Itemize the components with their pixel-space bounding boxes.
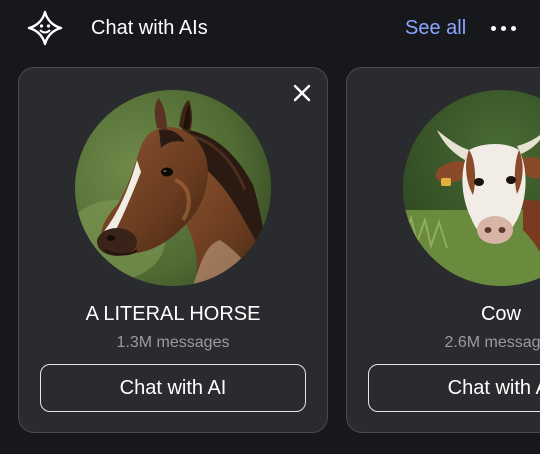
close-icon[interactable] — [291, 82, 313, 104]
chat-with-ais-section: Chat with AIs See all A LITERAL HORSE 1.… — [0, 0, 540, 454]
section-header: Chat with AIs See all — [0, 0, 540, 56]
message-count: 1.3M messages — [116, 334, 230, 351]
ai-name: A LITERAL HORSE — [85, 303, 261, 325]
ai-name: Cow — [480, 303, 521, 325]
more-horizontal-icon[interactable] — [488, 14, 518, 42]
ai-card[interactable]: Cow 2.6M messages Chat with AI — [346, 67, 540, 433]
see-all-link[interactable]: See all — [405, 15, 466, 41]
message-count: 2.6M messages — [444, 334, 540, 351]
chat-with-ai-button[interactable]: Chat with AI — [40, 364, 306, 412]
chat-with-ai-button[interactable]: Chat with AI — [368, 364, 540, 412]
cow-avatar — [403, 90, 540, 286]
smiley-sparkle-icon — [26, 9, 64, 47]
section-title: Chat with AIs — [91, 17, 208, 39]
horse-avatar — [75, 90, 271, 286]
ai-card[interactable]: A LITERAL HORSE 1.3M messages Chat with … — [18, 67, 328, 433]
